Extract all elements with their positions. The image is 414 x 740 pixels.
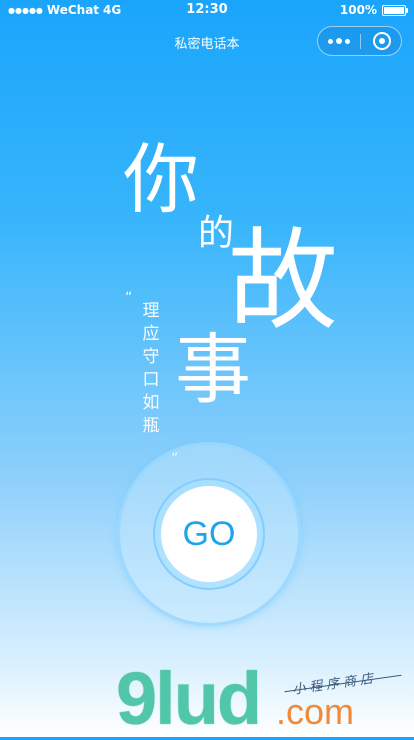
quote-char: 理 [142, 301, 160, 321]
hero-char-shi: 事 [175, 325, 251, 414]
go-button[interactable]: GO [161, 486, 257, 582]
hero-char-gu: 故 [228, 217, 338, 345]
quote-char: 口 [142, 370, 160, 390]
quote-char: 应 [142, 324, 160, 344]
quote-open-mark: “ [125, 290, 133, 306]
status-right: 100% [339, 3, 408, 17]
watermark-domain: .com [276, 691, 355, 732]
close-mini-program-button[interactable] [373, 32, 391, 50]
mini-program-capsule [317, 26, 402, 56]
vertical-quote: 理 应 守 口 如 瓶 [140, 300, 162, 438]
more-button[interactable] [318, 27, 360, 55]
status-bar: ●●●●● WeChat 4G 12:30 100% [0, 0, 414, 20]
quote-char: 守 [142, 347, 160, 367]
quote-char: 瓶 [142, 416, 160, 436]
battery-percent: 100% [339, 3, 377, 17]
more-icon [336, 38, 342, 44]
more-icon [328, 38, 333, 44]
watermark-logo: 9lud [116, 657, 262, 740]
quote-char: 如 [142, 393, 160, 413]
hero-char-ni: 你 [123, 135, 199, 224]
capsule-divider [360, 34, 361, 49]
more-icon [345, 38, 350, 44]
battery-icon [382, 4, 408, 16]
